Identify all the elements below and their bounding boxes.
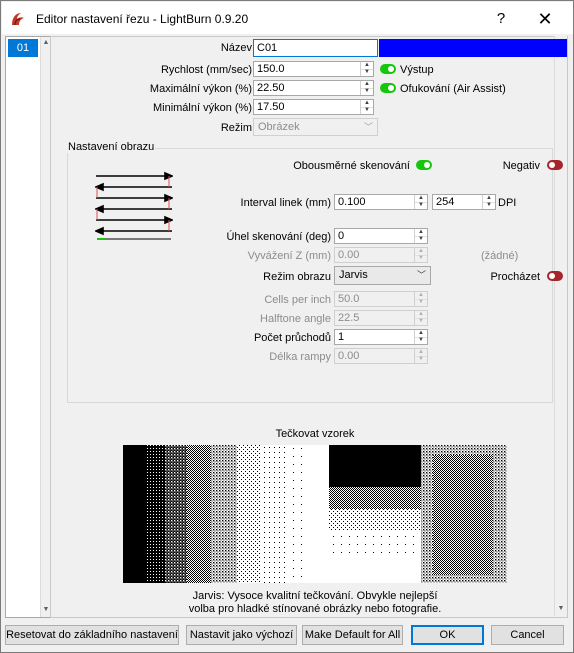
scan-angle-label: Úhel skenování (deg) [226, 231, 331, 243]
halftone-angle-label: Halftone angle [260, 313, 331, 325]
title-bar: Editor nastavení řezu - LightBurn 0.9.20… [2, 2, 573, 34]
halftone-angle-input[interactable]: 22.5 ▲ ▼ [334, 310, 428, 326]
speed-input[interactable]: 150.0 ▲ ▼ [253, 61, 374, 77]
dither-preview-image [123, 445, 507, 583]
scan-angle-input[interactable]: 0 ▲ ▼ [334, 228, 428, 244]
negative-toggle[interactable] [547, 160, 563, 170]
cells-per-inch-input[interactable]: 50.0 ▲ ▼ [334, 291, 428, 307]
dpi-input[interactable]: 254 ▲ ▼ [432, 194, 496, 210]
preview-description-line2: volba pro hladké stínované obrázky nebo … [188, 603, 442, 615]
pass-count-label: Počet průchodů [253, 332, 331, 344]
passthrough-toggle[interactable] [547, 271, 563, 281]
settings-scrollbar[interactable]: ▲ ▼ [554, 36, 567, 616]
ramp-length-label: Délka rampy [269, 351, 331, 363]
z-offset-label: Vyvážení Z (mm) [247, 250, 331, 262]
speed-label: Rychlost (mm/sec) [160, 64, 252, 76]
ramp-length-input[interactable]: 0.00 ▲ ▼ [334, 348, 428, 364]
help-button[interactable]: ? [486, 7, 516, 31]
layer-list: 01 ▲ ▼ [5, 36, 51, 618]
set-default-button[interactable]: Nastavit jako výchozí [186, 625, 297, 645]
preview-description-line1: Jarvis: Vysoce kvalitní tečkování. Obvyk… [192, 590, 438, 602]
image-mode-select[interactable]: Jarvis ﹀ [334, 266, 431, 285]
output-toggle[interactable] [380, 64, 396, 74]
negative-label: Negativ [502, 160, 540, 172]
min-power-label: Minimální výkon (%) [152, 102, 252, 114]
bidirectional-label: Obousměrné skenování [293, 160, 410, 172]
mode-label: Režim [220, 122, 252, 134]
air-assist-toggle[interactable] [380, 83, 396, 93]
bidirectional-scan-icon [95, 171, 173, 240]
pass-count-input[interactable]: 1 ▲ ▼ [334, 329, 428, 345]
z-offset-input[interactable]: 0.00 ▲ ▼ [334, 247, 428, 263]
name-label: Název [220, 42, 252, 54]
name-input[interactable]: C01 [253, 39, 378, 57]
min-power-input[interactable]: 17.50 ▲ ▼ [253, 99, 374, 115]
line-interval-input[interactable]: 0.100 ▲ ▼ [334, 194, 428, 210]
image-mode-label: Režim obrazu [263, 271, 331, 283]
image-settings-title: Nastavení obrazu [67, 141, 156, 153]
cancel-button[interactable]: Cancel [491, 625, 564, 645]
max-power-input[interactable]: 22.50 ▲ ▼ [253, 80, 374, 96]
preview-title: Tečkovat vzorek [275, 428, 355, 440]
bidirectional-toggle[interactable] [416, 160, 432, 170]
passthrough-label: Procházet [490, 271, 540, 283]
output-label: Výstup [400, 64, 434, 76]
max-power-label: Maximální výkon (%) [149, 83, 252, 95]
lightburn-logo-icon [12, 13, 24, 26]
air-assist-label: Ofukování (Air Assist) [400, 83, 506, 95]
reset-defaults-button[interactable]: Resetovat do základního nastavení [5, 625, 179, 645]
layer-color-swatch[interactable] [379, 39, 567, 57]
make-default-all-button[interactable]: Make Default for All [302, 625, 403, 645]
mode-select[interactable]: Obrázek ﹀ [253, 118, 378, 136]
window-title: Editor nastavení řezu - LightBurn 0.9.20 [36, 12, 249, 26]
cells-per-inch-label: Cells per inch [264, 294, 331, 306]
ok-button[interactable]: OK [411, 625, 484, 645]
layer-item-01[interactable]: 01 [8, 39, 38, 57]
dpi-label: DPI [498, 197, 517, 209]
close-button[interactable]: ✕ [528, 7, 562, 31]
line-interval-label: Interval linek (mm) [240, 197, 331, 209]
z-offset-note: (žádné) [481, 250, 519, 262]
